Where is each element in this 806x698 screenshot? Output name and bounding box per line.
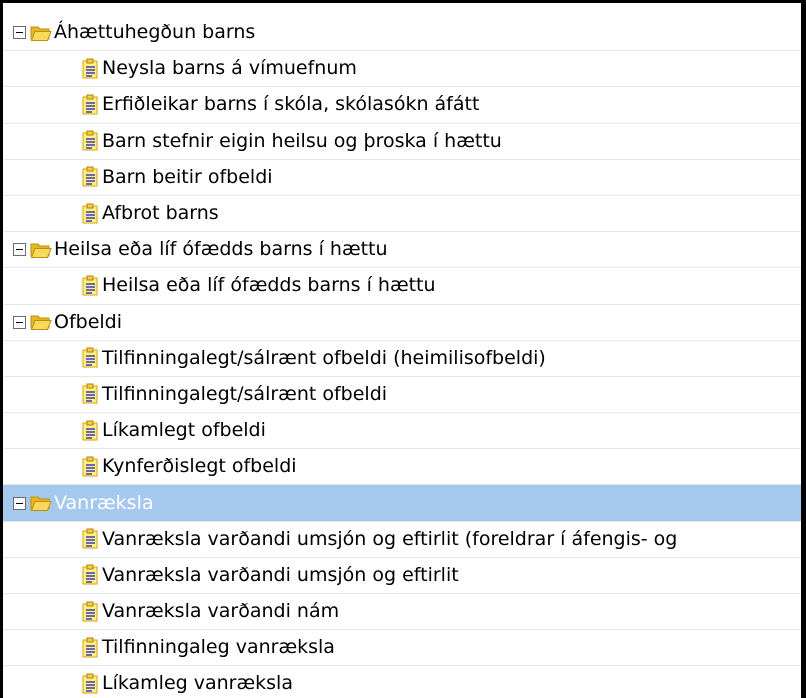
- folder-open-icon: [30, 313, 52, 331]
- tree-group-label: Vanræksla: [54, 491, 154, 514]
- document-icon: [81, 130, 100, 152]
- document-icon: [81, 203, 100, 225]
- document-icon: [81, 637, 100, 659]
- tree-item[interactable]: Vanræksla varðandi nám: [3, 594, 801, 631]
- tree-item[interactable]: Tilfinningaleg vanræksla: [3, 630, 801, 667]
- tree-item-label: Líkamlegt ofbeldi: [102, 419, 266, 442]
- document-icon: [81, 456, 100, 478]
- tree-group-label: Heilsa eða líf ófædds barns í hættu: [54, 238, 388, 261]
- document-icon: [81, 420, 100, 442]
- folder-open-icon: [30, 241, 52, 259]
- folder-open-icon: [30, 494, 52, 512]
- tree-item-label: Kynferðislegt ofbeldi: [102, 455, 297, 478]
- tree-group-label: Ofbeldi: [54, 310, 123, 333]
- tree-group-heilsa-e-a-lif-of-dds-barns-i-h-ttu[interactable]: Heilsa eða líf ófædds barns í hættu: [3, 232, 801, 269]
- tree-item[interactable]: Tilfinningalegt/sálrænt ofbeldi: [3, 377, 801, 414]
- tree-item-label: Neysla barns á vímuefnum: [102, 57, 357, 80]
- tree-item[interactable]: Vanræksla varðandi umsjón og eftirlit (f…: [3, 522, 801, 558]
- tree-item-label: Erfiðleikar barns í skóla, skólasókn áfá…: [102, 93, 480, 116]
- tree-item[interactable]: Barn beitir ofbeldi: [3, 160, 801, 196]
- tree-group-label: Áhættuhegðun barns: [54, 21, 256, 44]
- document-icon: [81, 166, 100, 188]
- tree-item-label: Tilfinningaleg vanræksla: [102, 636, 335, 659]
- tree-item-label: Vanræksla varðandi nám: [102, 600, 340, 623]
- document-icon: [81, 673, 100, 695]
- tree-group-vanr-ksla[interactable]: Vanræksla: [3, 485, 801, 522]
- folder-open-icon: [30, 24, 52, 42]
- document-icon: [81, 275, 100, 297]
- tree-item[interactable]: Heilsa eða líf ófædds barns í hættu: [3, 268, 801, 305]
- collapse-minus-icon[interactable]: [13, 315, 26, 329]
- document-icon: [81, 564, 100, 586]
- tree-group-ah-ttuheg-un-barns[interactable]: Áhættuhegðun barns: [3, 15, 801, 52]
- tree-panel: Áhættuhegðun barns Neysla barns á vímuefn…: [0, 0, 806, 698]
- tree-item-label: Afbrot barns: [102, 202, 219, 225]
- tree-item-label: Barn stefnir eigin heilsu og þroska í hæ…: [102, 129, 502, 152]
- document-icon: [81, 528, 100, 550]
- tree-item[interactable]: Barn stefnir eigin heilsu og þroska í hæ…: [3, 124, 801, 160]
- tree-item-label: Tilfinningalegt/sálrænt ofbeldi (heimili…: [102, 346, 546, 369]
- tree-item-label: Heilsa eða líf ófædds barns í hættu: [102, 274, 436, 297]
- tree-view: Áhættuhegðun barns Neysla barns á vímuefn…: [3, 15, 801, 698]
- tree-item-label: Vanræksla varðandi umsjón og eftirlit: [102, 563, 459, 586]
- tree-item[interactable]: Kynferðislegt ofbeldi: [3, 449, 801, 486]
- tree-group-ofbeldi[interactable]: Ofbeldi: [3, 305, 801, 341]
- document-icon: [81, 58, 100, 80]
- tree-item[interactable]: Vanræksla varðandi umsjón og eftirlit: [3, 558, 801, 594]
- tree-item-label: Barn beitir ofbeldi: [102, 165, 273, 188]
- tree-item[interactable]: Erfiðleikar barns í skóla, skólasókn áfá…: [3, 87, 801, 124]
- tree-item-label: Vanræksla varðandi umsjón og eftirlit (f…: [102, 527, 678, 550]
- tree-item-label: Líkamleg vanræksla: [102, 672, 293, 695]
- tree-item-label: Tilfinningalegt/sálrænt ofbeldi: [102, 382, 388, 405]
- document-icon: [81, 601, 100, 623]
- document-icon: [81, 383, 100, 405]
- document-icon: [81, 94, 100, 116]
- tree-item[interactable]: Neysla barns á vímuefnum: [3, 51, 801, 88]
- tree-item[interactable]: Afbrot barns: [3, 196, 801, 233]
- collapse-minus-icon[interactable]: [13, 496, 26, 510]
- tree-item[interactable]: Líkamlegt ofbeldi: [3, 413, 801, 450]
- tree-item[interactable]: Tilfinningalegt/sálrænt ofbeldi (heimili…: [3, 341, 801, 377]
- collapse-minus-icon[interactable]: [13, 26, 26, 40]
- collapse-minus-icon[interactable]: [13, 243, 26, 257]
- tree-item[interactable]: Líkamleg vanræksla: [3, 666, 801, 698]
- document-icon: [81, 347, 100, 369]
